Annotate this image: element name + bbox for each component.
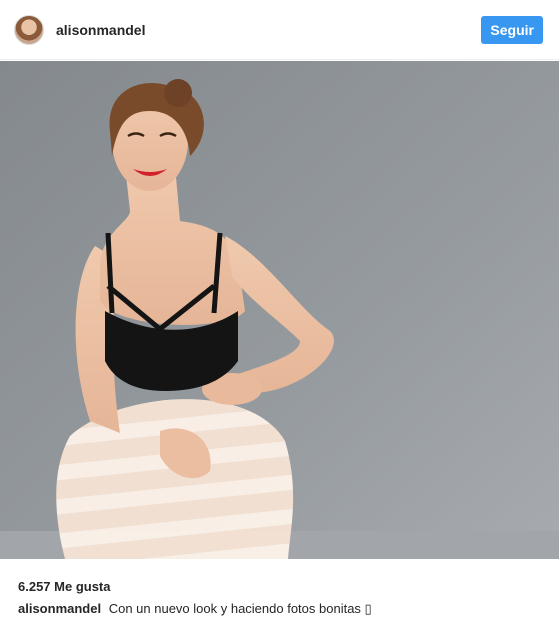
instagram-post: alisonmandel Seguir 6.257 Me gusta aliso… xyxy=(0,0,559,621)
post-header: alisonmandel Seguir xyxy=(0,0,559,60)
caption-username[interactable]: alisonmandel xyxy=(18,601,101,616)
portrait-photo-illustration xyxy=(0,61,559,559)
post-photo[interactable] xyxy=(0,61,559,559)
caption-text: Con un nuevo look y haciendo fotos bonit… xyxy=(108,601,372,616)
post-footer: 6.257 Me gusta alisonmandel Con un nuevo… xyxy=(0,559,559,621)
caption: alisonmandel Con un nuevo look y haciend… xyxy=(18,601,372,617)
avatar[interactable] xyxy=(14,14,44,45)
username-link[interactable]: alisonmandel xyxy=(56,22,145,38)
follow-button[interactable]: Seguir xyxy=(481,15,543,44)
likes-count[interactable]: 6.257 Me gusta xyxy=(18,579,111,594)
